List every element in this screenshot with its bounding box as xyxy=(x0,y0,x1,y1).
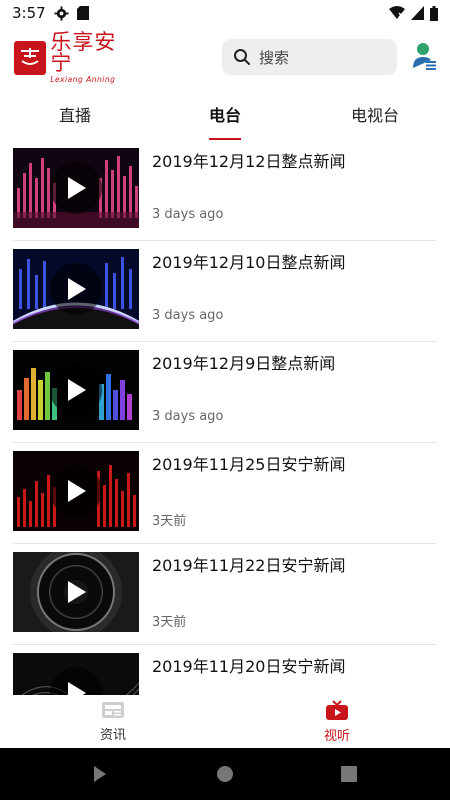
video-thumbnail[interactable] xyxy=(13,653,139,695)
home-icon[interactable] xyxy=(217,766,233,782)
tab-live[interactable]: 直播 xyxy=(25,88,125,140)
item-title[interactable]: 2019年11月20日安宁新闻 xyxy=(152,653,345,677)
search-placeholder: 搜索 xyxy=(259,48,290,67)
play-icon xyxy=(68,682,86,695)
video-thumbnail[interactable] xyxy=(13,350,139,430)
list-item[interactable]: 2019年12月10日整点新闻 3 days ago xyxy=(13,241,437,342)
item-title[interactable]: 2019年11月22日安宁新闻 xyxy=(152,552,345,576)
nav-label: 资讯 xyxy=(99,728,126,743)
video-thumbnail[interactable] xyxy=(13,249,139,329)
list-item[interactable]: 2019年12月12日整点新闻 3 days ago xyxy=(13,140,437,241)
channel-tabs: 直播 电台 电视台 xyxy=(0,88,450,140)
video-thumbnail[interactable] xyxy=(13,451,139,531)
search-icon xyxy=(234,49,250,65)
signal-icon xyxy=(411,6,424,20)
item-title[interactable]: 2019年12月12日整点新闻 xyxy=(152,148,345,172)
item-title[interactable]: 2019年12月10日整点新闻 xyxy=(152,249,345,273)
user-profile-button[interactable] xyxy=(410,40,438,70)
play-icon xyxy=(68,379,86,401)
nav-media[interactable]: 视听 xyxy=(297,695,377,748)
list-item[interactable]: 2019年12月9日整点新闻 3 days ago xyxy=(13,342,437,443)
logo-text-en: Lexiang Anning xyxy=(50,75,116,85)
wifi-icon xyxy=(389,6,405,19)
news-list[interactable]: 2019年12月12日整点新闻 3 days ago 2019年12月10日整点… xyxy=(0,140,450,695)
item-time: 3 days ago xyxy=(152,308,224,323)
nav-news[interactable]: 资讯 xyxy=(73,695,153,748)
logo-text-cn: 乐享安宁 xyxy=(50,30,117,76)
list-item[interactable]: 2019年11月25日安宁新闻 3天前 xyxy=(13,443,437,544)
logo-mark xyxy=(14,41,47,75)
list-item[interactable]: 2019年11月22日安宁新闻 3天前 xyxy=(13,544,437,645)
play-button[interactable] xyxy=(50,566,102,618)
app-header: 乐享安宁 Lexiang Anning 搜索 xyxy=(0,26,450,88)
bottom-nav: 资讯 视听 xyxy=(0,695,450,748)
item-time: 3 days ago xyxy=(152,409,224,424)
play-button[interactable] xyxy=(50,263,102,315)
list-item[interactable]: 2019年11月20日安宁新闻 xyxy=(13,645,437,695)
play-icon xyxy=(68,177,86,199)
video-thumbnail[interactable] xyxy=(13,552,139,632)
status-time: 3:57 xyxy=(12,4,46,22)
user-icon xyxy=(413,43,436,70)
status-bar: 3:57 xyxy=(0,0,450,26)
tab-radio[interactable]: 电台 xyxy=(175,88,275,140)
play-icon xyxy=(68,278,86,300)
battery-icon xyxy=(430,5,438,21)
tab-label: 直播 xyxy=(58,106,91,125)
video-thumbnail[interactable] xyxy=(13,148,139,228)
item-time: 3 days ago xyxy=(152,207,224,222)
news-icon xyxy=(102,702,124,718)
back-icon[interactable] xyxy=(94,766,106,782)
nav-label: 视听 xyxy=(323,729,350,744)
item-title[interactable]: 2019年12月9日整点新闻 xyxy=(152,350,335,374)
item-time: 3天前 xyxy=(152,615,187,630)
tv-icon xyxy=(326,700,348,720)
tab-label: 电视台 xyxy=(350,106,399,125)
app-logo[interactable]: 乐享安宁 Lexiang Anning xyxy=(14,32,134,83)
play-button[interactable] xyxy=(50,364,102,416)
system-nav-bar xyxy=(0,748,450,800)
search-input[interactable]: 搜索 xyxy=(222,39,397,75)
play-icon xyxy=(68,581,86,603)
item-title[interactable]: 2019年11月25日安宁新闻 xyxy=(152,451,345,475)
item-time: 3天前 xyxy=(152,514,187,529)
play-icon xyxy=(68,480,86,502)
play-button[interactable] xyxy=(50,162,102,214)
settings-icon xyxy=(54,5,69,21)
tab-tv[interactable]: 电视台 xyxy=(325,88,425,140)
play-button[interactable] xyxy=(50,465,102,517)
tab-label: 电台 xyxy=(208,106,241,125)
sd-card-icon xyxy=(76,6,89,20)
recents-icon[interactable] xyxy=(341,766,357,782)
